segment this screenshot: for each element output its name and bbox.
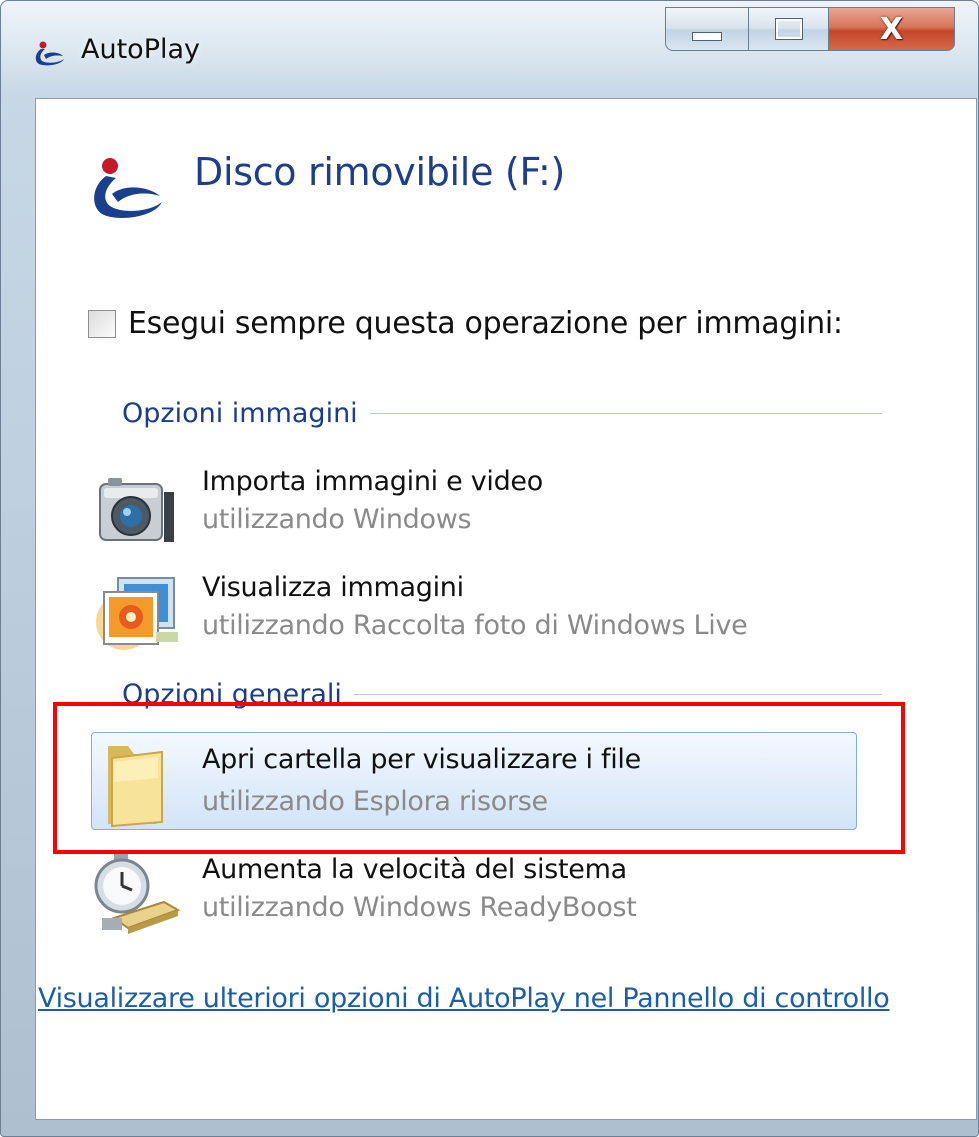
option-title: Importa immagini e video (202, 466, 543, 497)
close-button[interactable]: X (829, 7, 955, 51)
section-divider (369, 412, 882, 414)
window-title: AutoPlay (81, 34, 200, 65)
option-subtitle: utilizzando Raccolta foto di Windows Liv… (202, 610, 748, 641)
minimize-button[interactable] (665, 7, 749, 51)
camera-icon (99, 478, 174, 542)
always-do-this-row[interactable]: Esegui sempre questa operazione per imma… (88, 306, 843, 341)
autoplay-icon (35, 41, 64, 66)
title-bar[interactable]: AutoPlay X (1, 1, 978, 93)
photo-gallery-icon (96, 577, 178, 650)
window-controls: X (665, 7, 955, 59)
always-checkbox-label: Esegui sempre questa operazione per imma… (128, 306, 843, 341)
always-checkbox[interactable] (88, 309, 116, 338)
minimize-icon (692, 31, 722, 41)
maximize-icon (774, 18, 803, 40)
control-panel-link[interactable]: Visualizzare ulteriori opzioni di AutoPl… (38, 974, 938, 1024)
close-icon: X (879, 11, 904, 47)
option-subtitle: utilizzando Windows (202, 504, 472, 535)
device-name: Disco rimovibile (F:) (194, 150, 566, 194)
maximize-button[interactable] (749, 7, 829, 51)
option-view-images[interactable]: Visualizza immagini utilizzando Raccolta… (94, 570, 854, 670)
option-subtitle: utilizzando Windows ReadyBoost (202, 892, 637, 923)
section-header-opzioni-immagini: Opzioni immagini (122, 393, 882, 433)
option-readyboost[interactable]: Aumenta la velocità del sistema utilizza… (94, 852, 854, 952)
readyboost-icon (94, 854, 181, 934)
section-divider (353, 693, 882, 695)
option-title: Visualizza immagini (202, 572, 464, 603)
highlight-annotation (53, 702, 905, 854)
section-label: Opzioni immagini (122, 397, 358, 429)
option-title: Aumenta la velocità del sistema (202, 854, 627, 885)
autoplay-icon (94, 158, 162, 218)
option-import-images[interactable]: Importa immagini e video utilizzando Win… (94, 464, 854, 564)
